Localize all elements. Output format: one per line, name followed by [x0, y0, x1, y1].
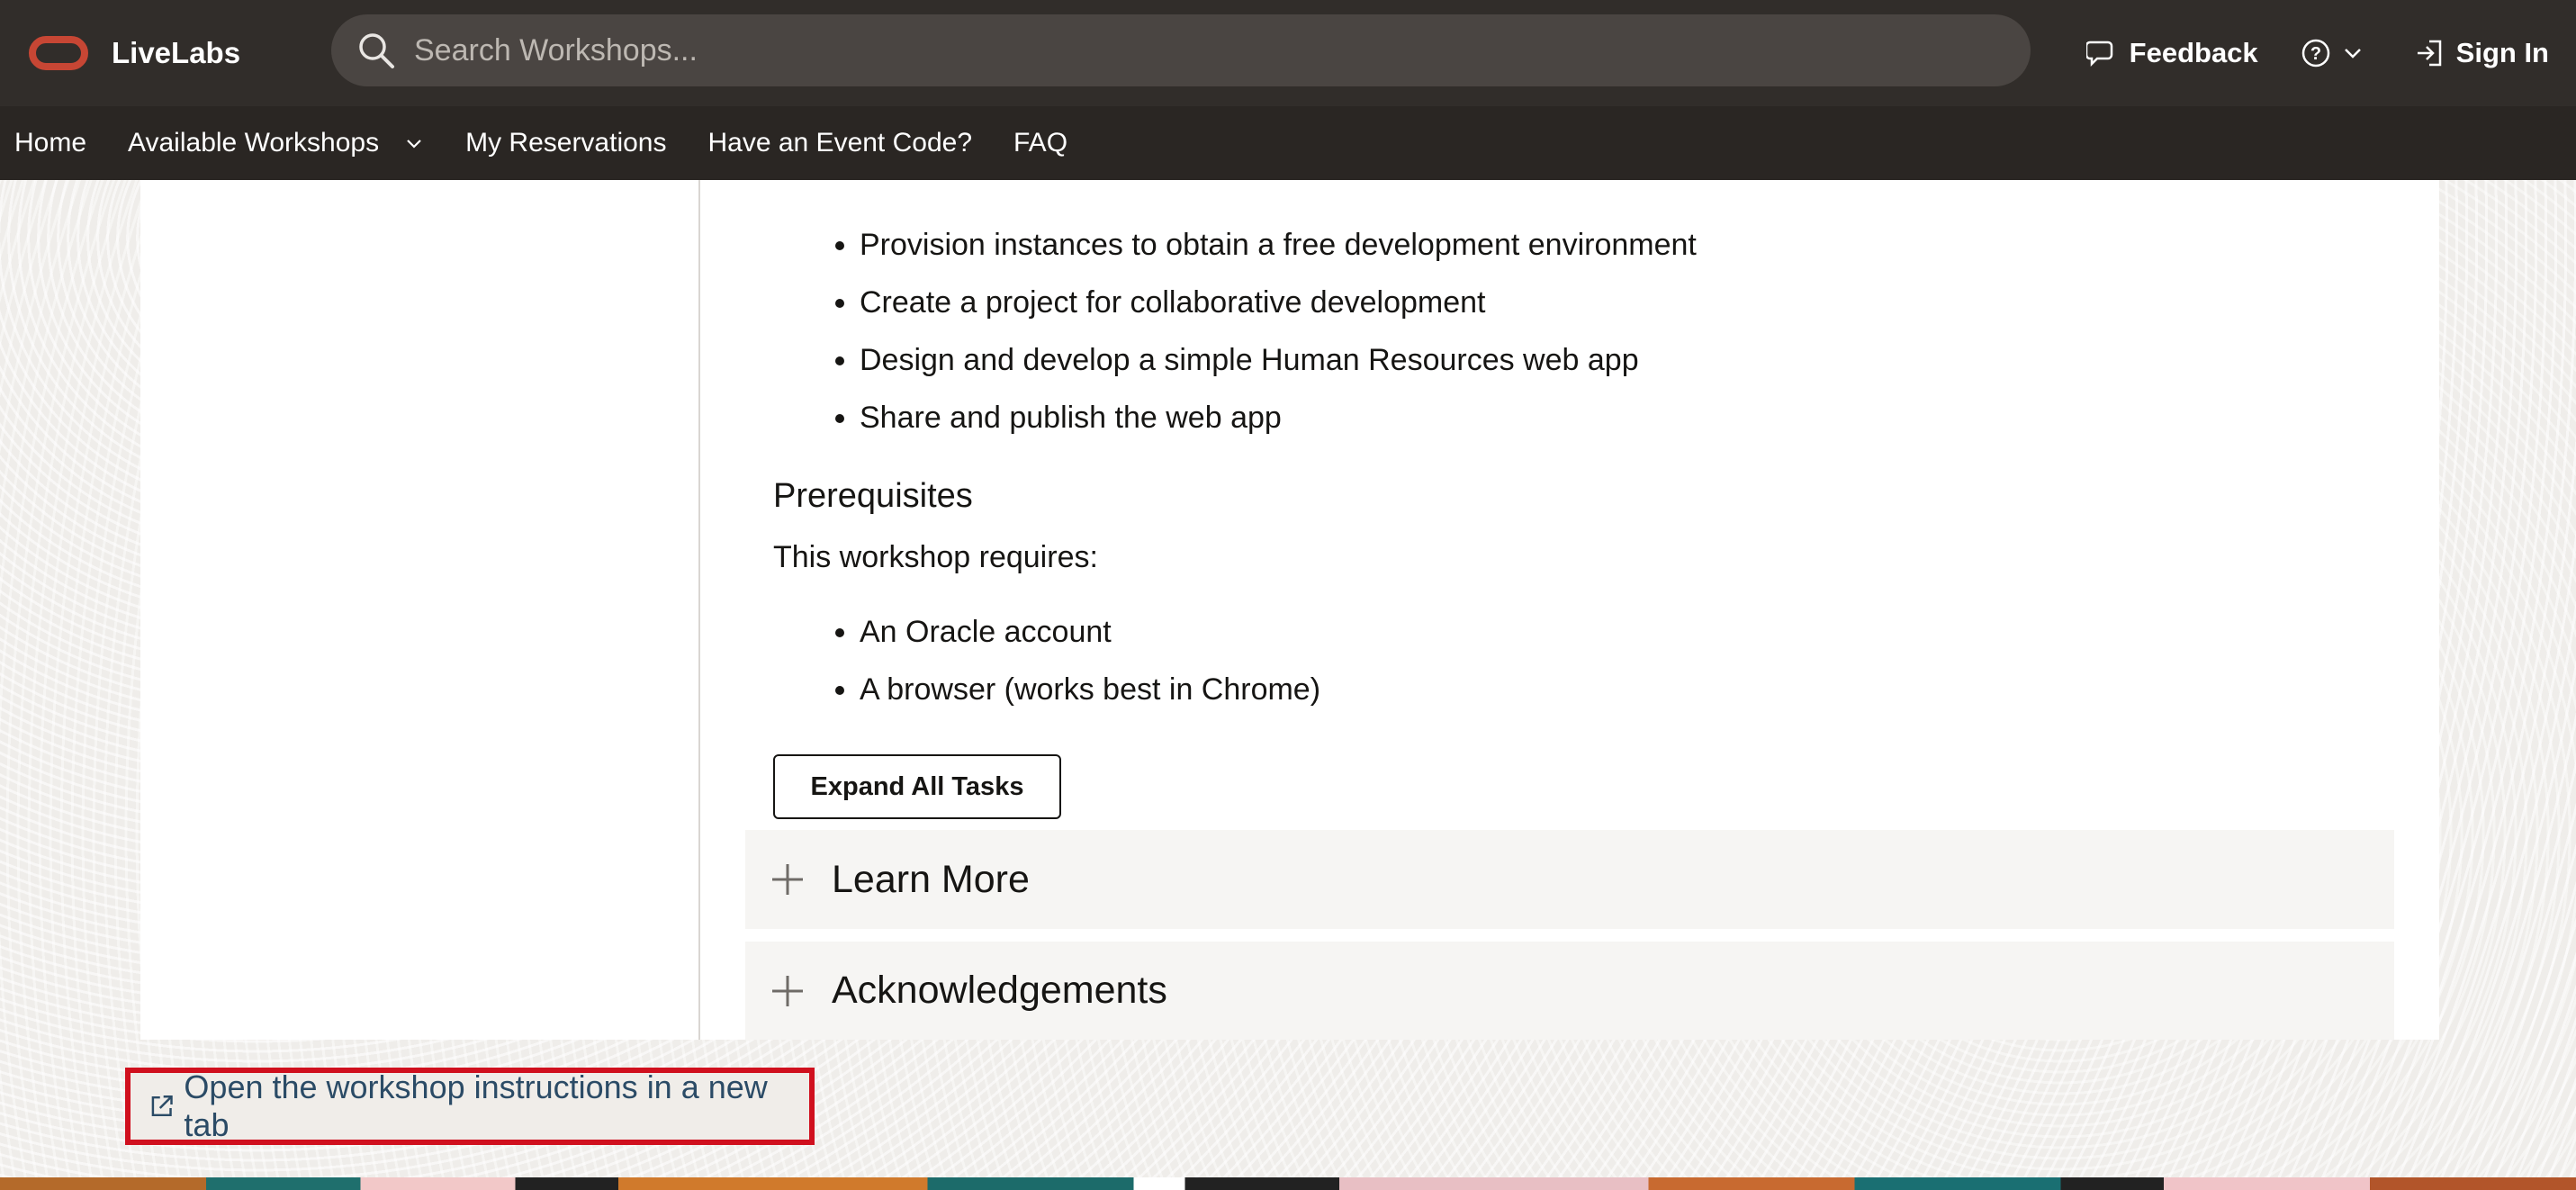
list-item: A browser (works best in Chrome) — [860, 661, 1320, 718]
nav-event-code[interactable]: Have an Event Code? — [707, 128, 972, 158]
nav-home-label: Home — [14, 128, 87, 158]
nav-my-reservations[interactable]: My Reservations — [465, 128, 666, 158]
nav-available-workshops[interactable]: Available Workshops — [128, 128, 424, 158]
nav-my-reservations-label: My Reservations — [465, 128, 667, 158]
chat-bubble-icon — [2085, 41, 2112, 68]
list-item: Create a project for collaborative devel… — [860, 274, 1697, 331]
accordion-title: Acknowledgements — [832, 969, 1167, 1012]
chevron-down-icon — [407, 140, 421, 149]
nav-faq[interactable]: FAQ — [1013, 128, 1067, 158]
accordion-acknowledgements[interactable]: Acknowledgements — [745, 942, 2394, 1040]
sign-in-label: Sign In — [2455, 37, 2549, 68]
open-instructions-label: Open the workshop instructions in a new … — [184, 1068, 768, 1143]
accordion-learn-more[interactable]: Learn More — [745, 830, 2394, 929]
logo[interactable]: LiveLabs — [29, 36, 240, 70]
nav-faq-label: FAQ — [1013, 128, 1068, 158]
svg-text:?: ? — [2310, 44, 2321, 64]
search-bar — [331, 14, 2031, 86]
feedback-label: Feedback — [2129, 37, 2258, 68]
prerequisites-heading: Prerequisites — [773, 477, 973, 515]
plus-icon — [772, 864, 803, 895]
prerequisites-list: An Oracle account A browser (works best … — [771, 603, 1320, 718]
help-icon: ? — [2301, 39, 2329, 68]
external-link-icon — [151, 1095, 173, 1117]
sign-in-icon — [2417, 40, 2441, 67]
list-item: Share and publish the web app — [860, 389, 1697, 446]
plus-icon — [772, 975, 803, 1006]
decorative-footer-strip — [0, 1177, 2576, 1190]
feedback-button[interactable]: Feedback — [2085, 37, 2258, 69]
top-header: LiveLabs Feedback ? — [0, 0, 2576, 106]
sign-in-button[interactable]: Sign In — [2415, 37, 2549, 69]
main-nav: Home Available Workshops My Reservations… — [0, 106, 2576, 180]
search-input[interactable] — [412, 23, 2031, 78]
oracle-logo-icon — [29, 36, 88, 70]
prerequisites-text: This workshop requires: — [773, 540, 1098, 574]
chevron-down-icon — [2344, 49, 2361, 59]
search-icon — [359, 33, 394, 68]
nav-available-workshops-label: Available Workshops — [128, 128, 380, 158]
list-item: Provision instances to obtain a free dev… — [860, 216, 1697, 274]
help-menu-button[interactable]: ? — [2300, 37, 2373, 69]
objectives-list: Provision instances to obtain a free dev… — [771, 216, 1697, 446]
brand-name: LiveLabs — [112, 36, 241, 69]
nav-home[interactable]: Home — [14, 128, 86, 158]
list-item: An Oracle account — [860, 603, 1320, 661]
open-instructions-new-tab-link[interactable]: Open the workshop instructions in a new … — [125, 1068, 815, 1145]
list-item: Design and develop a simple Human Resour… — [860, 331, 1697, 389]
sidebar-divider — [698, 180, 700, 1040]
expand-all-tasks-button[interactable]: Expand All Tasks — [773, 754, 1061, 819]
nav-event-code-label: Have an Event Code? — [707, 128, 973, 158]
accordion-title: Learn More — [832, 857, 1030, 901]
